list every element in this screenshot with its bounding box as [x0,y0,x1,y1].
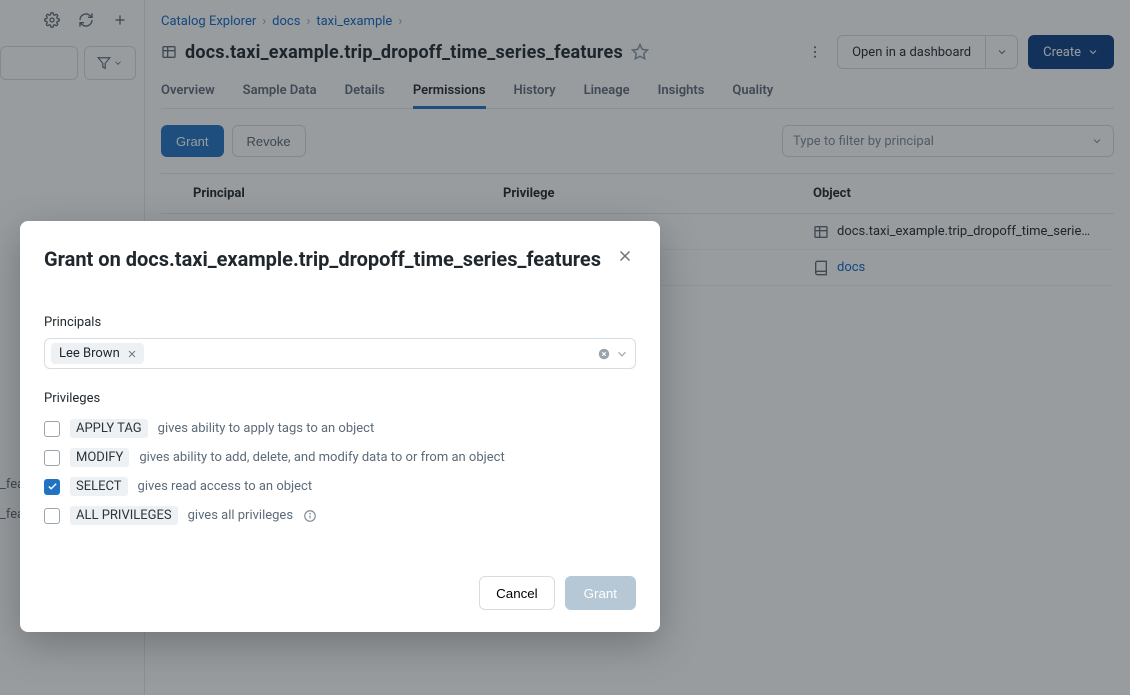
principals-label: Principals [44,315,636,330]
privilege-name: SELECT [70,477,128,496]
close-icon[interactable] [614,245,636,267]
privilege-name: ALL PRIVILEGES [70,506,178,525]
privilege-row: MODIFY gives ability to add, delete, and … [44,443,636,472]
privileges-label: Privileges [44,391,636,406]
privilege-checkbox[interactable] [44,508,60,524]
info-icon[interactable] [303,509,317,523]
chevron-down-icon[interactable] [615,347,629,361]
privilege-checkbox[interactable] [44,421,60,437]
modal-overlay[interactable]: Grant on docs.taxi_example.trip_dropoff_… [0,0,1130,695]
grant-submit-button[interactable]: Grant [565,576,636,610]
modal-title: Grant on docs.taxi_example.trip_dropoff_… [44,245,601,273]
clear-icon[interactable] [597,347,611,361]
grant-modal: Grant on docs.taxi_example.trip_dropoff_… [20,221,660,632]
privilege-row: SELECT gives read access to an object [44,472,636,501]
privilege-row: ALL PRIVILEGES gives all privileges [44,501,636,530]
privilege-desc: gives all privileges [188,508,293,523]
privilege-desc: gives ability to add, delete, and modify… [139,450,504,465]
privilege-checkbox[interactable] [44,450,60,466]
privileges-list: APPLY TAG gives ability to apply tags to … [44,414,636,530]
privilege-desc: gives read access to an object [138,479,313,494]
privilege-name: MODIFY [70,448,129,467]
privilege-name: APPLY TAG [70,419,148,438]
principals-input[interactable]: Lee Brown [44,338,636,369]
cancel-button[interactable]: Cancel [479,576,555,610]
chip-label: Lee Brown [59,346,120,361]
chip-remove-icon[interactable] [126,348,138,360]
privilege-checkbox[interactable] [44,479,60,495]
privilege-row: APPLY TAG gives ability to apply tags to … [44,414,636,443]
principal-chip: Lee Brown [51,343,144,364]
privilege-desc: gives ability to apply tags to an object [158,421,375,436]
